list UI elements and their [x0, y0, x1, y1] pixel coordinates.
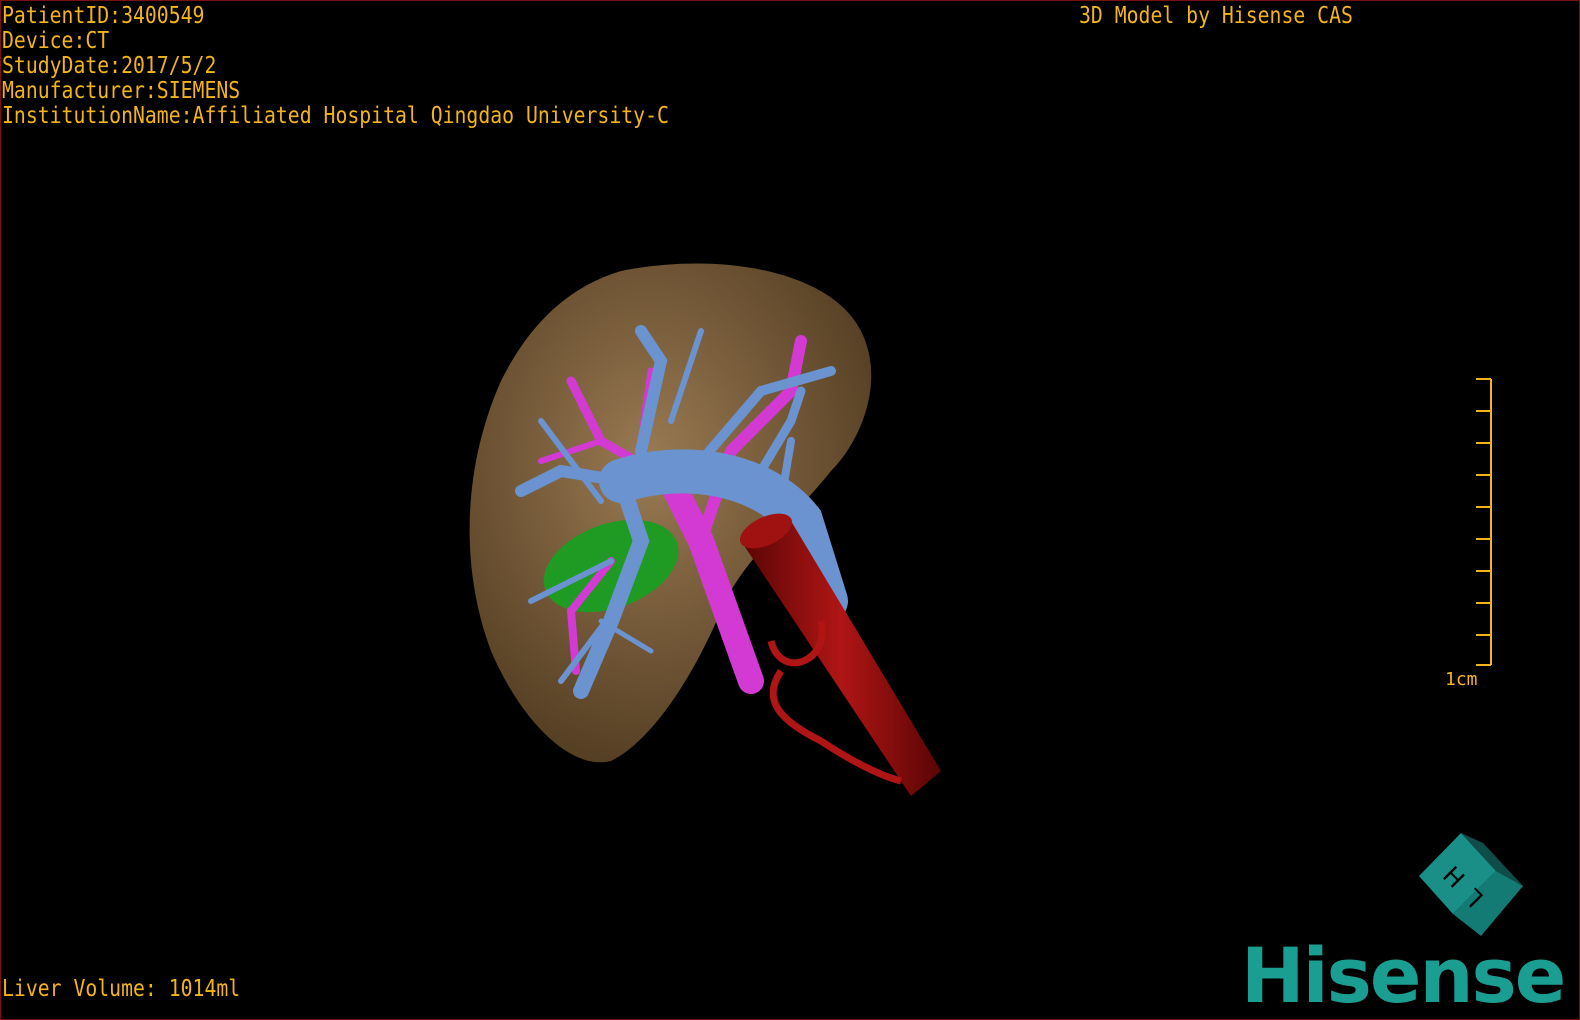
- study-date: StudyDate:2017/5/2: [2, 53, 217, 79]
- manufacturer: Manufacturer:SIEMENS: [2, 78, 241, 104]
- liver-3d-model[interactable]: [1, 1, 1580, 1020]
- scale-bar: [1476, 378, 1492, 666]
- device: Device:CT: [2, 28, 110, 54]
- 3d-viewport[interactable]: PatientID:3400549 Device:CT StudyDate:2017…: [0, 0, 1580, 1020]
- inferior-vena-cava: [739, 513, 941, 796]
- hisense-logo: Hisense: [1241, 931, 1566, 1020]
- institution-name: InstitutionName:Affiliated Hospital Qing…: [2, 103, 669, 129]
- dicom-info-overlay: PatientID:3400549 Device:CT StudyDate:2017…: [2, 4, 669, 129]
- liver-volume: Liver Volume: 1014ml: [2, 976, 241, 1002]
- brand-line: 3D Model by Hisense CAS: [1079, 3, 1353, 29]
- patient-id: PatientID:3400549: [2, 3, 205, 29]
- orientation-cube-icon[interactable]: H L: [1411, 831, 1531, 941]
- scale-label: 1cm: [1445, 669, 1478, 690]
